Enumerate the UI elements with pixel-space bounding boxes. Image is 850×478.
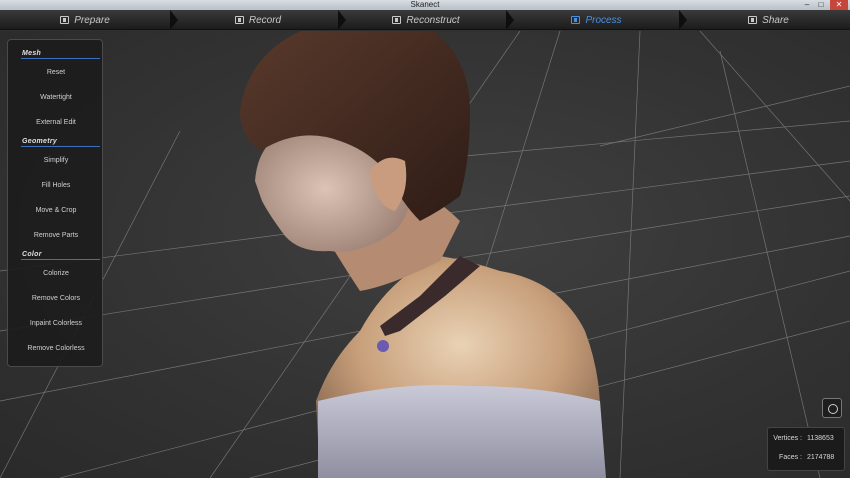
fill-holes-button[interactable]: Fill Holes [8, 181, 104, 191]
step-separator [679, 10, 687, 30]
remove-parts-button[interactable]: Remove Parts [8, 231, 104, 241]
window-title: Skanect [410, 0, 440, 9]
colorize-button[interactable]: Colorize [8, 269, 104, 279]
inpaint-colorless-button[interactable]: Inpaint Colorless [8, 319, 104, 329]
step-share[interactable]: Share [687, 10, 850, 30]
external-edit-button[interactable]: External Edit [8, 118, 104, 128]
step-label: Share [762, 14, 789, 26]
share-icon [748, 16, 758, 24]
section-divider [21, 58, 100, 59]
process-icon [571, 16, 581, 24]
faces-label: Faces : [779, 454, 802, 461]
step-label: Prepare [74, 14, 110, 26]
3d-viewport[interactable] [0, 31, 850, 478]
reset-button[interactable]: Reset [8, 68, 104, 78]
prepare-icon [60, 16, 70, 24]
watertight-button[interactable]: Watertight [8, 93, 104, 103]
minimize-button[interactable]: – [800, 0, 814, 10]
section-title-color: Color [22, 251, 42, 258]
scan-scene [0, 31, 850, 478]
close-button[interactable]: ✕ [830, 0, 848, 10]
step-prepare[interactable]: Prepare [0, 10, 170, 30]
step-separator [170, 10, 178, 30]
workflow-step-bar: Prepare Record Reconstruct Process Share [0, 10, 850, 30]
vertices-value: 1138653 [807, 435, 834, 442]
mesh-stats-panel: Vertices : 1138653 Faces : 2174788 [767, 427, 845, 471]
vertices-label: Vertices : [773, 435, 802, 442]
faces-value: 2174788 [807, 454, 835, 461]
step-label: Process [585, 14, 622, 26]
reconstruct-icon [392, 16, 402, 24]
step-separator [338, 10, 346, 30]
section-title-geometry: Geometry [22, 138, 58, 145]
step-separator [506, 10, 514, 30]
simplify-button[interactable]: Simplify [8, 156, 104, 166]
record-icon [234, 16, 244, 24]
remove-colorless-button[interactable]: Remove Colorless [8, 344, 104, 354]
step-reconstruct[interactable]: Reconstruct [346, 10, 506, 30]
process-tools-panel: Mesh Reset Watertight External Edit Geom… [7, 39, 103, 367]
skanect-window: Skanect – □ ✕ Prepare Record Reconstruct… [0, 0, 850, 478]
section-title-mesh: Mesh [22, 50, 42, 57]
step-record[interactable]: Record [178, 10, 338, 30]
move-crop-button[interactable]: Move & Crop [8, 206, 104, 216]
step-label: Record [248, 14, 282, 26]
step-label: Reconstruct [406, 14, 460, 26]
reset-view-button[interactable] [822, 398, 842, 418]
title-bar: Skanect – □ ✕ [0, 0, 850, 10]
step-process[interactable]: Process [514, 10, 679, 30]
section-divider [21, 259, 100, 260]
maximize-button[interactable]: □ [814, 0, 828, 10]
remove-colors-button[interactable]: Remove Colors [8, 294, 104, 304]
section-divider [21, 146, 100, 147]
